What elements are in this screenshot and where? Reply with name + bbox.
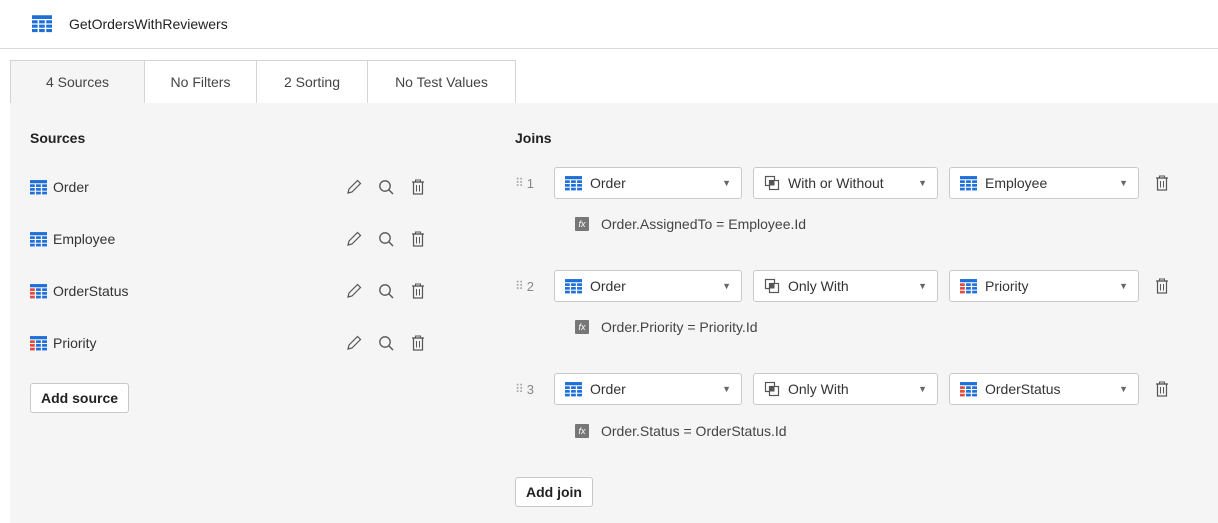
join-condition[interactable]: fx Order.Status = OrderStatus.Id [575, 423, 787, 439]
sources-title: Sources [30, 130, 86, 146]
join-right-select[interactable]: Employee ▼ [949, 167, 1139, 199]
edit-icon[interactable] [345, 282, 363, 300]
drag-handle-icon[interactable]: ⠿ [515, 176, 524, 190]
chevron-down-icon: ▼ [918, 281, 927, 291]
chevron-down-icon: ▼ [722, 178, 731, 188]
join-row: ⠿ 3 [515, 372, 551, 406]
delete-icon[interactable] [409, 178, 427, 196]
source-item[interactable]: Priority [30, 331, 450, 355]
table-icon [565, 382, 582, 397]
join-type-icon [764, 278, 780, 294]
join-number: 2 [526, 278, 535, 294]
formula-icon: fx [575, 424, 589, 438]
join-condition[interactable]: fx Order.AssignedTo = Employee.Id [575, 216, 806, 232]
join-type-icon [764, 175, 780, 191]
tab-bar: 4 Sources No Filters 2 Sorting No Test V… [10, 60, 516, 103]
content-panel: Sources Order Employee OrderStatus Prior… [10, 103, 1218, 523]
chevron-down-icon: ▼ [722, 281, 731, 291]
table-icon [32, 15, 52, 33]
drag-handle-icon[interactable]: ⠿ [515, 382, 524, 396]
table-icon [960, 176, 977, 191]
header: GetOrdersWithReviewers [0, 0, 1218, 49]
joins-title: Joins [515, 130, 552, 146]
join-type-select[interactable]: Only With ▼ [753, 373, 938, 405]
join-row: ⠿ 1 [515, 166, 551, 200]
join-number: 3 [526, 381, 535, 397]
search-icon[interactable] [377, 178, 395, 196]
join-type-select[interactable]: Only With ▼ [753, 270, 938, 302]
join-right-select[interactable]: OrderStatus ▼ [949, 373, 1139, 405]
join-condition[interactable]: fx Order.Priority = Priority.Id [575, 319, 758, 335]
source-name: OrderStatus [53, 283, 129, 299]
table-icon [30, 180, 47, 195]
join-left-select[interactable]: Order ▼ [554, 270, 742, 302]
search-icon[interactable] [377, 230, 395, 248]
join-type-select[interactable]: With or Without ▼ [753, 167, 938, 199]
chevron-down-icon: ▼ [918, 384, 927, 394]
source-name: Order [53, 179, 89, 195]
tab-sources[interactable]: 4 Sources [10, 60, 145, 103]
table-icon [30, 284, 47, 299]
edit-icon[interactable] [345, 178, 363, 196]
source-item[interactable]: OrderStatus [30, 279, 450, 303]
tab-filters[interactable]: No Filters [144, 60, 257, 103]
join-row: ⠿ 2 [515, 269, 551, 303]
formula-icon: fx [575, 320, 589, 334]
page-title: GetOrdersWithReviewers [69, 16, 228, 32]
tab-test-values[interactable]: No Test Values [367, 60, 516, 103]
join-left-select[interactable]: Order ▼ [554, 167, 742, 199]
join-left-select[interactable]: Order ▼ [554, 373, 742, 405]
source-item[interactable]: Employee [30, 227, 450, 251]
source-name: Employee [53, 231, 116, 247]
table-icon [30, 336, 47, 351]
tab-sorting[interactable]: 2 Sorting [256, 60, 368, 103]
drag-handle-icon[interactable]: ⠿ [515, 279, 524, 293]
source-name: Priority [53, 335, 97, 351]
search-icon[interactable] [377, 282, 395, 300]
table-icon [960, 279, 977, 294]
join-number: 1 [526, 175, 535, 191]
table-icon [565, 279, 582, 294]
table-icon [960, 382, 977, 397]
delete-icon[interactable] [409, 282, 427, 300]
source-item[interactable]: Order [30, 175, 450, 199]
table-icon [565, 176, 582, 191]
delete-icon[interactable] [1153, 174, 1171, 192]
chevron-down-icon: ▼ [1119, 384, 1128, 394]
edit-icon[interactable] [345, 334, 363, 352]
delete-icon[interactable] [1153, 380, 1171, 398]
join-type-icon [764, 381, 780, 397]
chevron-down-icon: ▼ [918, 178, 927, 188]
search-icon[interactable] [377, 334, 395, 352]
add-join-button[interactable]: Add join [515, 477, 593, 507]
delete-icon[interactable] [1153, 277, 1171, 295]
delete-icon[interactable] [409, 334, 427, 352]
delete-icon[interactable] [409, 230, 427, 248]
table-icon [30, 232, 47, 247]
chevron-down-icon: ▼ [1119, 281, 1128, 291]
chevron-down-icon: ▼ [1119, 178, 1128, 188]
join-right-select[interactable]: Priority ▼ [949, 270, 1139, 302]
formula-icon: fx [575, 217, 589, 231]
edit-icon[interactable] [345, 230, 363, 248]
add-source-button[interactable]: Add source [30, 383, 130, 413]
chevron-down-icon: ▼ [722, 384, 731, 394]
